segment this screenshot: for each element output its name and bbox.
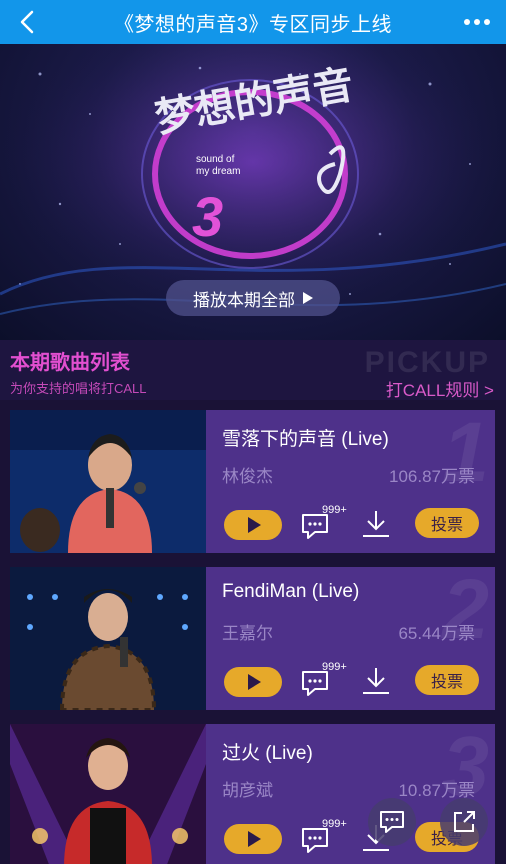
singer-photo xyxy=(10,567,206,710)
rank-number: 1 xyxy=(442,410,489,499)
song-title: FendiMan (Live) xyxy=(222,581,360,602)
song-card[interactable]: 3 过火 (Live) 胡彦斌 10.87万票 999+ 投票 xyxy=(10,724,495,864)
section-title: 本期歌曲列表 xyxy=(10,352,130,374)
singer-name: 王嘉尔 xyxy=(222,624,273,643)
logo-en-line2: my dream xyxy=(196,166,240,177)
pickup-watermark: PICKUP xyxy=(364,346,490,379)
more-dots-icon[interactable] xyxy=(462,12,492,32)
play-icon xyxy=(248,831,261,847)
back-arrow-icon[interactable] xyxy=(14,8,42,36)
vote-count: 65.44万票 xyxy=(398,624,475,643)
song-title: 雪落下的声音 (Live) xyxy=(222,429,389,450)
vote-button[interactable]: 投票 xyxy=(415,508,479,538)
play-icon xyxy=(248,517,261,533)
message-icon xyxy=(380,811,404,833)
show-banner: 梦想的声音 sound of my dream 3 播放本期全部 xyxy=(0,44,506,340)
singer-photo xyxy=(10,410,206,553)
song-card[interactable]: 1 雪落下的声音 (Live) 林俊杰 106.87万票 999+ 投票 xyxy=(10,410,495,553)
vote-count: 106.87万票 xyxy=(389,467,475,486)
logo-en-line1: sound of xyxy=(196,154,235,165)
call-rules-link[interactable]: 打CALL规则 > xyxy=(386,376,494,401)
play-all-label: 播放本期全部 xyxy=(193,290,295,310)
share-icon xyxy=(454,811,475,832)
play-icon xyxy=(248,674,261,690)
download-icon[interactable] xyxy=(360,665,392,697)
song-card[interactable]: 2 FendiMan (Live) 王嘉尔 65.44万票 999+ 投票 xyxy=(10,567,495,710)
comment-count: 999+ xyxy=(322,504,347,516)
play-all-button[interactable]: 播放本期全部 xyxy=(166,280,340,316)
floating-share-button[interactable] xyxy=(440,798,488,846)
comment-count: 999+ xyxy=(322,661,347,673)
page-title: 《梦想的声音3》专区同步上线 xyxy=(113,13,393,36)
song-title: 过火 (Live) xyxy=(222,743,313,764)
play-button[interactable] xyxy=(224,667,282,697)
top-bar: 《梦想的声音3》专区同步上线 xyxy=(0,0,506,44)
play-button[interactable] xyxy=(224,824,282,854)
comment-count: 999+ xyxy=(322,818,347,830)
logo-number: 3 xyxy=(192,185,223,248)
singer-name: 胡彦斌 xyxy=(222,781,273,800)
play-button[interactable] xyxy=(224,510,282,540)
song-list-header: PICKUP 本期歌曲列表 为你支持的唱将打CALL 打CALL规则 > xyxy=(0,340,506,400)
floating-comment-button[interactable] xyxy=(368,798,416,846)
singer-photo xyxy=(10,724,206,864)
vote-button[interactable]: 投票 xyxy=(415,665,479,695)
rank-number: 2 xyxy=(442,567,489,656)
play-triangle-icon xyxy=(303,292,313,304)
singer-name: 林俊杰 xyxy=(222,467,273,486)
download-icon[interactable] xyxy=(360,508,392,540)
section-subtitle: 为你支持的唱将打CALL xyxy=(10,381,147,396)
